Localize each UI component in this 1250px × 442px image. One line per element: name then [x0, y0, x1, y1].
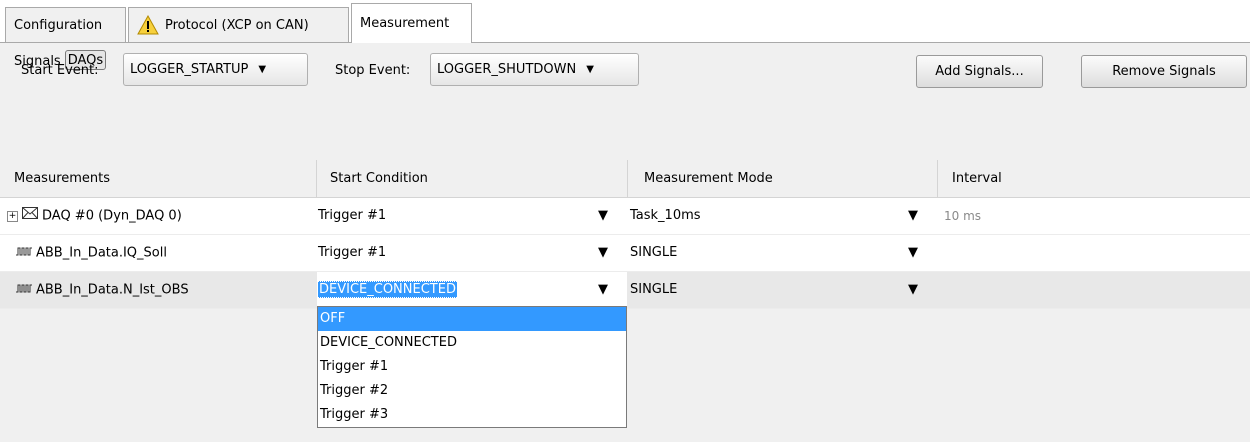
measurement-name: DAQ #0 (Dyn_DAQ 0) — [42, 208, 182, 224]
start-condition-edit-value[interactable]: DEVICE_CONNECTED — [318, 281, 457, 298]
dropdown-option[interactable]: Trigger #1 — [318, 355, 626, 379]
tab-protocol[interactable]: Protocol (XCP on CAN) — [128, 7, 349, 42]
chevron-down-icon[interactable]: ▼ — [908, 272, 918, 308]
column-header-interval[interactable]: Interval — [938, 160, 1250, 197]
dropdown-option[interactable]: Trigger #3 — [318, 403, 626, 427]
tab-configuration-label: Configuration — [14, 17, 103, 33]
chevron-down-icon[interactable]: ▼ — [908, 235, 918, 271]
table-row[interactable]: ABB_In_Data.N_Ist_OBS DEVICE_CONNECTED ▼… — [0, 272, 1250, 309]
measurement-name: ABB_In_Data.N_Ist_OBS — [36, 282, 189, 298]
tab-strip: Configuration Protocol (XCP on CAN) Meas… — [0, 0, 1250, 44]
column-header-measurements[interactable]: Measurements — [0, 160, 317, 197]
stop-event-value: LOGGER_SHUTDOWN — [437, 62, 577, 77]
signal-icon — [16, 272, 32, 308]
interval-cell — [944, 272, 1144, 308]
add-signals-button[interactable]: Add Signals... — [916, 55, 1043, 88]
warning-icon — [137, 15, 159, 35]
chevron-down-icon[interactable]: ▼ — [908, 198, 918, 234]
chevron-down-icon[interactable]: ▼ — [598, 235, 608, 271]
measurement-name: ABB_In_Data.IQ_Soll — [36, 245, 167, 261]
stop-event-select[interactable]: LOGGER_SHUTDOWN ▼ — [430, 53, 639, 86]
column-header-measurement-mode[interactable]: Measurement Mode — [628, 160, 938, 197]
dropdown-option[interactable]: OFF — [318, 307, 626, 331]
chevron-down-icon: ▼ — [586, 64, 594, 75]
start-condition-cell[interactable]: Trigger #1 — [318, 198, 608, 234]
dropdown-option[interactable]: DEVICE_CONNECTED — [318, 331, 626, 355]
tab-measurement[interactable]: Measurement — [351, 3, 472, 43]
start-condition-dropdown-list: OFF DEVICE_CONNECTED Trigger #1 Trigger … — [317, 306, 627, 428]
chevron-down-icon[interactable]: ▼ — [598, 272, 608, 308]
chevron-down-icon[interactable]: ▼ — [598, 198, 608, 234]
stop-event-label: Stop Event: — [335, 63, 411, 78]
start-event-label: Start Event: — [21, 63, 99, 78]
table-header: Measurements Start Condition Measurement… — [0, 160, 1250, 198]
start-event-select[interactable]: LOGGER_STARTUP ▼ — [123, 53, 308, 86]
measurement-name-cell: ABB_In_Data.N_Ist_OBS — [16, 272, 312, 308]
measurement-mode-cell[interactable]: SINGLE — [630, 235, 910, 271]
signal-icon — [16, 235, 32, 271]
expand-icon[interactable]: + — [7, 210, 18, 222]
column-header-start-condition[interactable]: Start Condition — [317, 160, 628, 197]
tab-configuration[interactable]: Configuration — [5, 7, 126, 42]
tab-measurement-label: Measurement — [360, 16, 450, 31]
interval-cell — [944, 235, 1144, 271]
start-event-value: LOGGER_STARTUP — [130, 62, 249, 77]
table-row[interactable]: + DAQ #0 (Dyn_DAQ 0) Trigger #1 ▼ Task_10… — [0, 198, 1250, 235]
dropdown-option[interactable]: Trigger #2 — [318, 379, 626, 403]
measurement-mode-cell[interactable]: Task_10ms — [630, 198, 910, 234]
chevron-down-icon: ▼ — [258, 64, 267, 75]
envelope-icon — [22, 198, 38, 234]
table-row[interactable]: ABB_In_Data.IQ_Soll Trigger #1 ▼ SINGLE … — [0, 235, 1250, 272]
measurement-name-cell: ABB_In_Data.IQ_Soll — [16, 235, 312, 271]
measurement-mode-cell[interactable]: SINGLE — [630, 272, 910, 308]
start-condition-editor[interactable]: DEVICE_CONNECTED — [317, 272, 627, 308]
tab-protocol-label: Protocol (XCP on CAN) — [165, 17, 309, 33]
remove-signals-button[interactable]: Remove Signals — [1081, 55, 1247, 88]
start-condition-cell[interactable]: Trigger #1 — [318, 235, 608, 271]
interval-cell: 10 ms — [944, 209, 982, 223]
measurement-name-cell: + DAQ #0 (Dyn_DAQ 0) — [7, 198, 312, 234]
